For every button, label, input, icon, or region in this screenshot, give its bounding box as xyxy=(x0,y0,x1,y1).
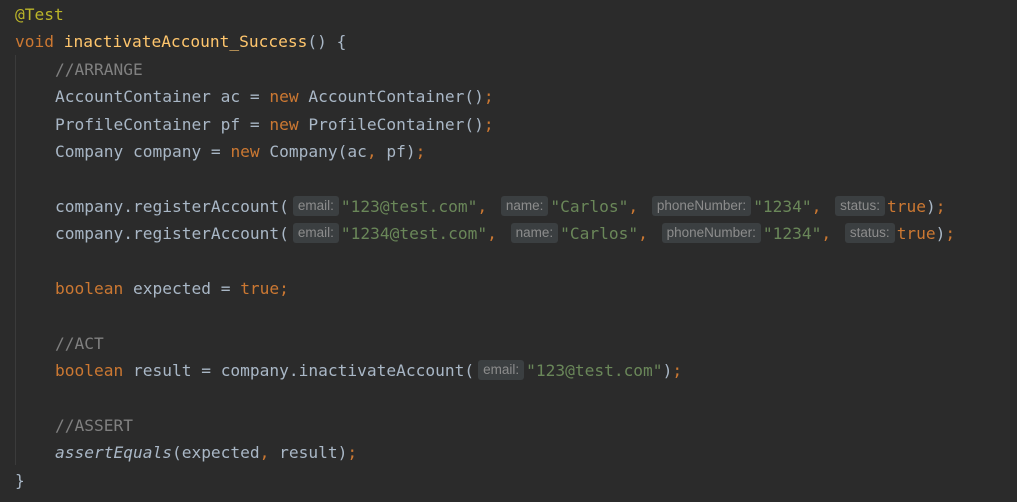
param-hint-status: status: xyxy=(844,223,895,244)
code-text: Company(ac xyxy=(259,141,367,161)
comment-assert: //ASSERT xyxy=(55,415,133,435)
keyword-true: true xyxy=(886,196,926,216)
close-paren: ) xyxy=(925,196,936,216)
param-hint-name: name: xyxy=(510,223,559,244)
param-hint-status: status: xyxy=(835,195,885,216)
keyword-new: new xyxy=(230,141,260,161)
comma: , xyxy=(259,443,270,463)
comma: , xyxy=(366,141,377,161)
param-hint-email: email: xyxy=(292,223,339,244)
code-text: pf) xyxy=(376,141,416,161)
code-line-blank[interactable] xyxy=(0,165,1017,192)
comment-act: //ACT xyxy=(55,333,104,353)
code-line-comment-act[interactable]: //ACT xyxy=(0,330,1017,357)
param-hint-phone-number: phoneNumber: xyxy=(661,223,761,244)
string-literal: "123@test.com" xyxy=(526,361,663,381)
semicolon: ; xyxy=(483,87,494,107)
code-line-assert[interactable]: assertEquals(expected, result); xyxy=(0,439,1017,466)
keyword-true: true xyxy=(896,224,936,244)
keyword-boolean: boolean xyxy=(55,278,124,298)
string-literal: "123@test.com" xyxy=(340,196,478,216)
code-line-comment-assert[interactable]: //ASSERT xyxy=(0,412,1017,439)
code-line-method-declaration[interactable]: void inactivateAccount_Success() { xyxy=(0,28,1017,55)
code-line-profile-container[interactable]: ProfileContainer pf = new ProfileContain… xyxy=(0,111,1017,138)
string-literal: "1234@test.com" xyxy=(340,224,488,244)
keyword-new: new xyxy=(269,114,299,134)
param-hint-phone-number: phoneNumber: xyxy=(651,195,752,216)
code-text: result = company.inactivateAccount( xyxy=(123,361,475,381)
semicolon: ; xyxy=(279,278,289,298)
close-paren: ) xyxy=(935,224,946,244)
code-line-closing-brace[interactable]: } xyxy=(0,467,1017,494)
code-text: company.registerAccount( xyxy=(55,196,289,216)
comment-arrange: //ARRANGE xyxy=(55,59,143,79)
comma: , xyxy=(628,196,639,216)
code-text: company.registerAccount( xyxy=(55,224,289,244)
code-text: ProfileContainer() xyxy=(298,114,484,134)
semicolon: ; xyxy=(483,114,494,134)
code-line-register-account-1[interactable]: company.registerAccount(email: "123@test.… xyxy=(0,193,1017,220)
code-line-expected[interactable]: boolean expected = true; xyxy=(0,275,1017,302)
code-line-blank[interactable] xyxy=(0,302,1017,329)
code-text: AccountContainer ac = xyxy=(55,87,270,107)
semicolon: ; xyxy=(672,361,683,381)
param-hint-email: email: xyxy=(478,360,525,381)
code-text: result) xyxy=(269,443,348,463)
comma: , xyxy=(487,224,497,244)
method-name: inactivateAccount_Success xyxy=(63,32,308,52)
string-literal: "1234" xyxy=(753,196,812,216)
keyword-true: true xyxy=(240,278,280,298)
comma: , xyxy=(638,224,648,244)
semicolon: ; xyxy=(935,196,946,216)
code-line-blank[interactable] xyxy=(0,384,1017,411)
comma: , xyxy=(477,196,488,216)
code-line-register-account-2[interactable]: company.registerAccount(email: "1234@test… xyxy=(0,220,1017,247)
method-decl-tail: () { xyxy=(307,32,347,52)
param-hint-email: email: xyxy=(292,195,339,216)
param-hint-name: name: xyxy=(500,195,549,216)
string-literal: "1234" xyxy=(762,224,822,244)
code-line-result[interactable]: boolean result = company.inactivateAccou… xyxy=(0,357,1017,384)
keyword-void: void xyxy=(15,32,54,52)
string-literal: "Carlos" xyxy=(560,224,639,244)
semicolon: ; xyxy=(347,443,358,463)
semicolon: ; xyxy=(415,141,426,161)
comma: , xyxy=(811,196,822,216)
code-line-company[interactable]: Company company = new Company(ac, pf); xyxy=(0,138,1017,165)
code-text: (expected xyxy=(171,443,260,463)
code-text: AccountContainer() xyxy=(298,87,484,107)
close-paren: ) xyxy=(662,361,673,381)
code-text: expected = xyxy=(123,278,241,298)
closing-brace: } xyxy=(15,470,25,490)
keyword-new: new xyxy=(269,87,299,107)
static-method-call: assertEquals xyxy=(55,443,172,463)
string-literal: "Carlos" xyxy=(550,196,629,216)
code-line-annotation[interactable]: @Test xyxy=(0,1,1017,28)
code-line-blank[interactable] xyxy=(0,248,1017,275)
code-line-comment-arrange[interactable]: //ARRANGE xyxy=(0,56,1017,83)
code-editor[interactable]: @Test void inactivateAccount_Success() {… xyxy=(0,0,1017,502)
code-text: Company company = xyxy=(55,141,231,161)
test-annotation: @Test xyxy=(15,5,64,24)
semicolon: ; xyxy=(945,224,956,244)
keyword-boolean: boolean xyxy=(55,361,124,381)
code-text: ProfileContainer pf = xyxy=(55,114,270,134)
code-line-account-container[interactable]: AccountContainer ac = new AccountContain… xyxy=(0,83,1017,110)
comma: , xyxy=(821,224,832,244)
